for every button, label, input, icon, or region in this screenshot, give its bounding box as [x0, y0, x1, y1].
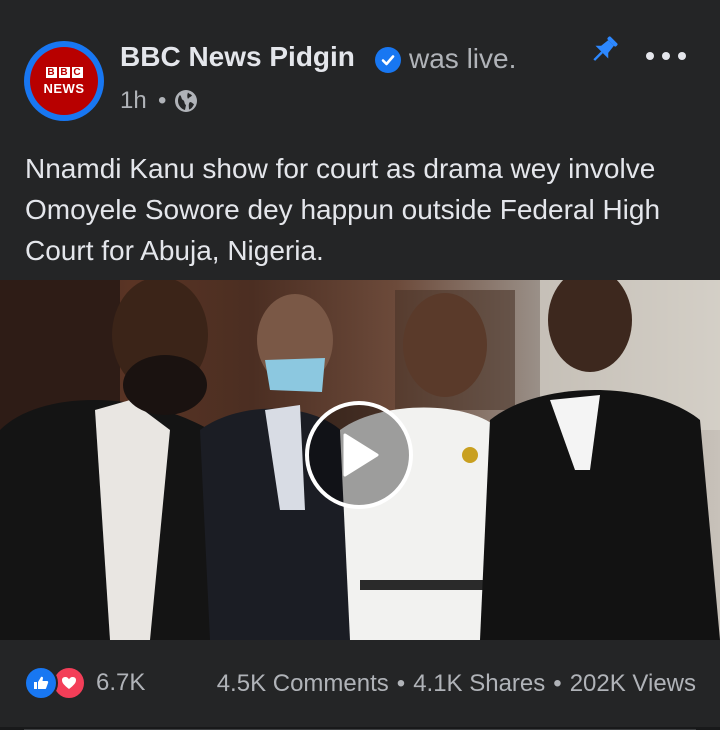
reaction-count: 6.7K — [96, 669, 146, 696]
post-card: B B C NEWS BBC News Pidgin was live. 1h … — [0, 8, 720, 730]
video-thumbnail[interactable] — [0, 280, 720, 640]
play-button[interactable] — [305, 401, 413, 509]
more-dot — [678, 52, 686, 60]
more-options-icon[interactable] — [646, 42, 686, 70]
shares-count[interactable]: 4.1K Shares — [413, 670, 545, 697]
bbc-letter-b1: B — [45, 66, 57, 78]
play-icon — [343, 433, 379, 477]
more-dot — [662, 52, 670, 60]
like-reaction-icon — [24, 666, 58, 700]
engagement-stats: 4.5K Comments • 4.1K Shares • 202K Views — [217, 670, 696, 698]
bbc-letter-c: C — [71, 66, 83, 78]
comments-count[interactable]: 4.5K Comments — [217, 670, 389, 697]
post-text: Nnamdi Kanu show for court as drama wey … — [25, 153, 661, 266]
views-count: 202K Views — [569, 670, 696, 697]
more-dot — [646, 52, 654, 60]
page-avatar[interactable]: B B C NEWS — [24, 41, 104, 121]
pin-icon[interactable] — [586, 32, 622, 73]
post-timestamp[interactable]: 1h — [120, 87, 147, 115]
bbc-logo-blocks: B B C — [45, 66, 83, 78]
bbc-news-logo: B B C NEWS — [30, 47, 98, 115]
meta-separator: • — [158, 87, 167, 114]
verified-badge-icon — [375, 47, 401, 73]
globe-icon[interactable] — [174, 89, 198, 118]
stats-separator: • — [553, 670, 562, 697]
stats-separator: • — [396, 670, 406, 697]
top-strip — [0, 0, 720, 8]
news-word: NEWS — [43, 80, 85, 96]
reaction-summary[interactable]: 6.7K — [24, 663, 145, 703]
page-name-link[interactable]: BBC News Pidgin — [120, 41, 355, 73]
bbc-letter-b2: B — [58, 66, 70, 78]
live-status-text: was live. — [409, 43, 517, 74]
